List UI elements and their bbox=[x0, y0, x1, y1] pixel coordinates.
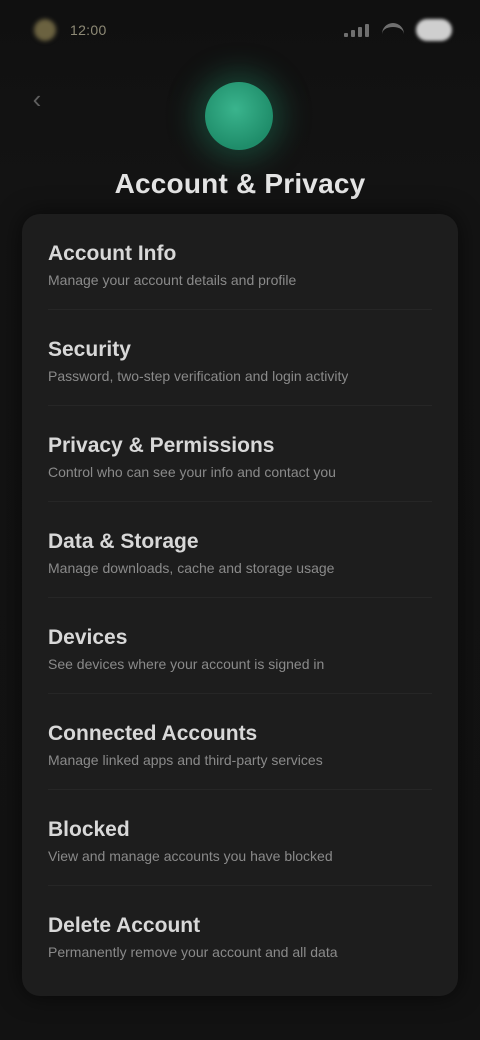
app-dot-icon bbox=[34, 19, 56, 41]
status-time: 12:00 bbox=[70, 22, 107, 38]
row-description: Manage downloads, cache and storage usag… bbox=[48, 560, 335, 576]
settings-row-account-info[interactable]: Account Info Manage your account details… bbox=[22, 214, 458, 310]
row-description: View and manage accounts you have blocke… bbox=[48, 848, 333, 864]
settings-row-privacy[interactable]: Privacy & Permissions Control who can se… bbox=[22, 406, 458, 502]
row-title: Blocked bbox=[48, 818, 130, 841]
row-title: Privacy & Permissions bbox=[48, 434, 275, 457]
row-description: Password, two-step verification and logi… bbox=[48, 368, 349, 384]
row-description: See devices where your account is signed… bbox=[48, 656, 325, 672]
page-title: Account & Privacy bbox=[114, 168, 366, 199]
status-right bbox=[344, 19, 452, 41]
account-privacy-screen: 12:00 ‹ Account & Privacy Account Info M… bbox=[0, 0, 480, 1040]
row-title: Delete Account bbox=[48, 914, 201, 937]
chevron-left-icon: ‹ bbox=[32, 83, 42, 114]
settings-row-connected-accounts[interactable]: Connected Accounts Manage linked apps an… bbox=[22, 694, 458, 790]
avatar[interactable] bbox=[205, 82, 273, 150]
row-description: Permanently remove your account and all … bbox=[48, 944, 338, 960]
battery-icon bbox=[416, 19, 452, 41]
row-description: Manage linked apps and third-party servi… bbox=[48, 752, 323, 768]
row-description: Control who can see your info and contac… bbox=[48, 464, 336, 480]
status-bar: 12:00 bbox=[0, 0, 480, 60]
settings-row-blocked[interactable]: Blocked View and manage accounts you hav… bbox=[22, 790, 458, 886]
signal-icon bbox=[344, 23, 370, 37]
settings-row-devices[interactable]: Devices See devices where your account i… bbox=[22, 598, 458, 694]
settings-list: Account Info Manage your account details… bbox=[22, 214, 458, 996]
settings-row-security[interactable]: Security Password, two-step verification… bbox=[22, 310, 458, 406]
settings-row-delete-account[interactable]: Delete Account Permanently remove your a… bbox=[22, 886, 458, 982]
row-title: Devices bbox=[48, 626, 128, 649]
row-title: Security bbox=[48, 338, 131, 361]
row-title: Connected Accounts bbox=[48, 722, 258, 745]
wifi-icon bbox=[382, 23, 404, 37]
settings-row-data-storage[interactable]: Data & Storage Manage downloads, cache a… bbox=[22, 502, 458, 598]
row-description: Manage your account details and profile bbox=[48, 272, 297, 288]
row-title: Account Info bbox=[48, 242, 177, 265]
status-left: 12:00 bbox=[34, 19, 107, 41]
row-title: Data & Storage bbox=[48, 530, 199, 553]
back-button[interactable]: ‹ bbox=[22, 84, 52, 114]
